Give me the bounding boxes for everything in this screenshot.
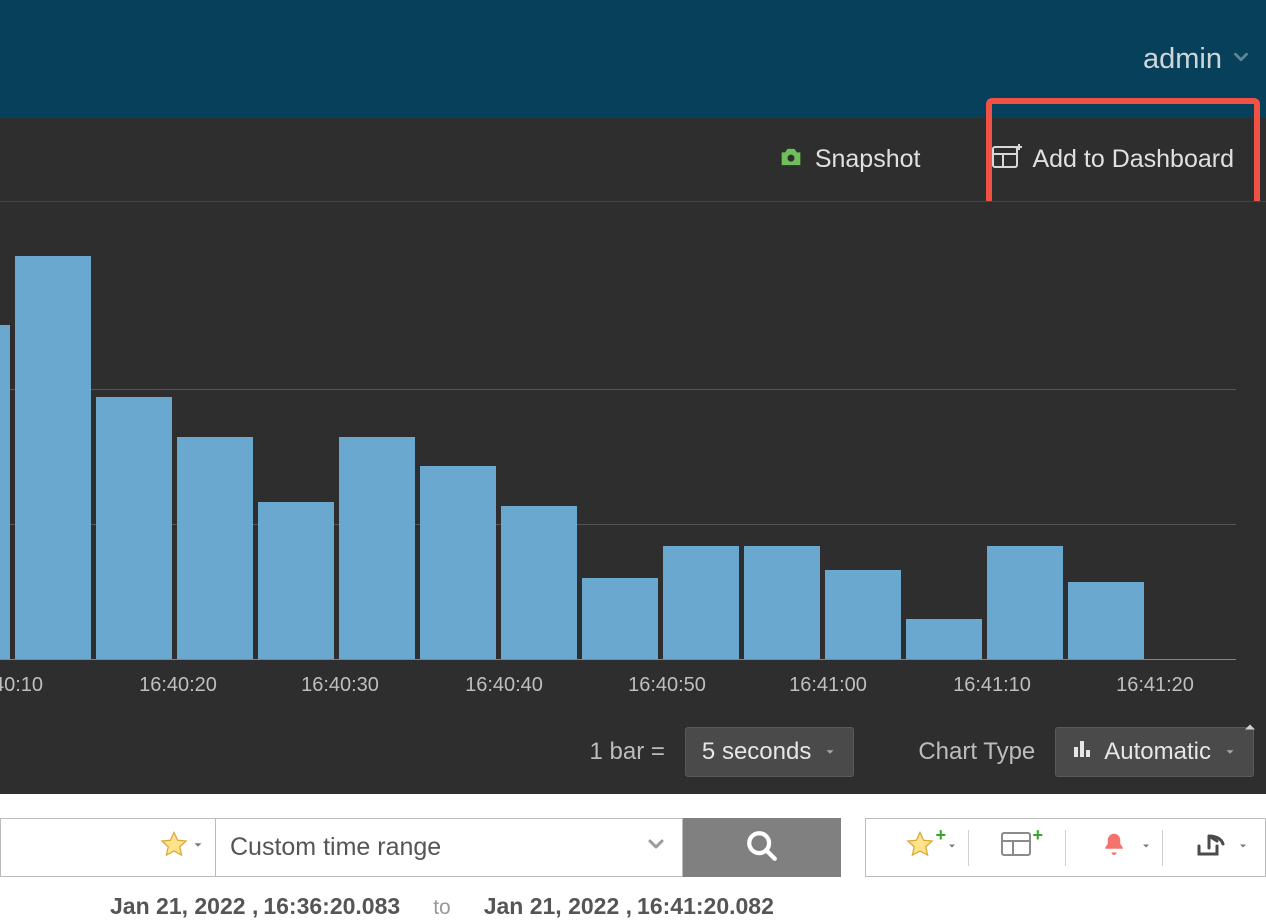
chart-bar — [0, 325, 10, 659]
bar-interval-value: 5 seconds — [702, 738, 811, 766]
star-icon — [159, 830, 189, 865]
collapse-chart-icon[interactable] — [1240, 716, 1260, 744]
plus-badge-icon: + — [935, 825, 946, 846]
chart-toolbar: Snapshot Add to Dashboard — [0, 118, 1266, 201]
chart-x-tick: 16:40:30 — [301, 674, 379, 697]
chart-footer: 1 bar = 5 seconds Chart Type Automatic — [0, 710, 1266, 794]
chart-gridline — [0, 389, 1236, 390]
chart-bar — [1068, 582, 1144, 659]
add-to-dashboard-label: Add to Dashboard — [1032, 147, 1234, 172]
to-label: to — [433, 896, 451, 920]
share-icon — [1195, 830, 1227, 865]
bar-equals-label: 1 bar = — [590, 738, 665, 766]
caret-down-icon — [1140, 839, 1152, 857]
chart-bar — [420, 466, 496, 659]
user-label: admin — [1143, 43, 1222, 76]
from-date: Jan 21, 2022 , — [110, 893, 258, 920]
alert-button[interactable] — [1066, 819, 1162, 876]
chart-x-tick: 16:40:40 — [465, 674, 543, 697]
chart-x-tick: 16:41:20 — [1116, 674, 1194, 697]
app-header: admin — [0, 0, 1266, 118]
snapshot-button[interactable]: Snapshot — [765, 135, 933, 184]
search-bar: Custom time range + — [0, 794, 1266, 877]
chart-bar — [258, 502, 334, 659]
chart-bar — [339, 437, 415, 659]
search-controls-left: Custom time range — [0, 818, 841, 877]
bar-interval-select[interactable]: 5 seconds — [685, 727, 854, 777]
caret-down-icon — [1223, 738, 1237, 766]
user-menu[interactable]: admin — [1143, 43, 1252, 76]
time-range-select[interactable]: Custom time range — [216, 818, 683, 877]
chart-type-select[interactable]: Automatic — [1055, 727, 1254, 777]
caret-down-icon — [823, 738, 837, 766]
chevron-down-icon — [1230, 43, 1252, 76]
bar-chart[interactable]: 40:10 16:40:20 16:40:30 16:40:40 16:40:50 16:… — [0, 201, 1266, 710]
chart-x-axis: 40:10 16:40:20 16:40:30 16:40:40 16:40:50 16:… — [0, 660, 1236, 710]
camera-icon — [777, 143, 805, 176]
chart-bar — [825, 570, 901, 659]
to-time: 16:41:20.082 — [637, 893, 774, 920]
save-favorite-button[interactable]: + — [872, 819, 968, 876]
share-button[interactable] — [1163, 819, 1259, 876]
favorites-dropdown[interactable] — [0, 818, 216, 877]
from-time: 16:36:20.083 — [263, 893, 400, 920]
snapshot-label: Snapshot — [815, 147, 921, 172]
add-to-dashboard-button[interactable]: Add to Dashboard — [980, 136, 1246, 183]
chart-type-label: Chart Type — [918, 738, 1035, 766]
chart-bar — [177, 437, 253, 659]
search-button[interactable] — [683, 818, 841, 877]
chart-bar — [906, 619, 982, 659]
dashboard-add-icon — [992, 144, 1022, 175]
bell-icon — [1099, 830, 1129, 865]
search-icon-toolbar: + + — [865, 818, 1266, 877]
chart-plot-area — [0, 257, 1236, 660]
search-icon — [745, 829, 779, 866]
chart-x-tick: 16:40:50 — [628, 674, 706, 697]
bar-chart-icon — [1072, 738, 1092, 766]
chart-bar — [96, 397, 172, 659]
chart-bar — [744, 546, 820, 659]
chart-panel: Snapshot Add to Dashboard 40:10 16:40:20 1… — [0, 118, 1266, 794]
plus-badge-icon: + — [1032, 825, 1043, 846]
chart-x-tick: 16:41:10 — [953, 674, 1031, 697]
caret-down-icon — [1237, 839, 1249, 857]
caret-down-icon — [191, 838, 205, 857]
dashboard-icon — [1001, 832, 1033, 863]
time-range-label: Custom time range — [230, 833, 441, 862]
chart-bar — [663, 546, 739, 659]
chart-bar — [15, 256, 91, 659]
chart-x-tick: 16:41:00 — [789, 674, 867, 697]
chart-type-value: Automatic — [1104, 738, 1211, 766]
caret-down-icon — [946, 839, 958, 857]
chevron-down-icon — [644, 832, 668, 863]
chart-bar — [987, 546, 1063, 659]
star-icon — [905, 830, 935, 865]
chart-bar — [582, 578, 658, 659]
to-date: Jan 21, 2022 , — [484, 893, 632, 920]
chart-x-tick: 16:40:20 — [139, 674, 217, 697]
chart-bar — [501, 506, 577, 659]
add-dashboard-button[interactable]: + — [969, 819, 1065, 876]
time-range-display: Jan 21, 2022 , 16:36:20.083 to Jan 21, 2… — [0, 893, 1266, 920]
chart-x-tick: 40:10 — [0, 674, 43, 697]
